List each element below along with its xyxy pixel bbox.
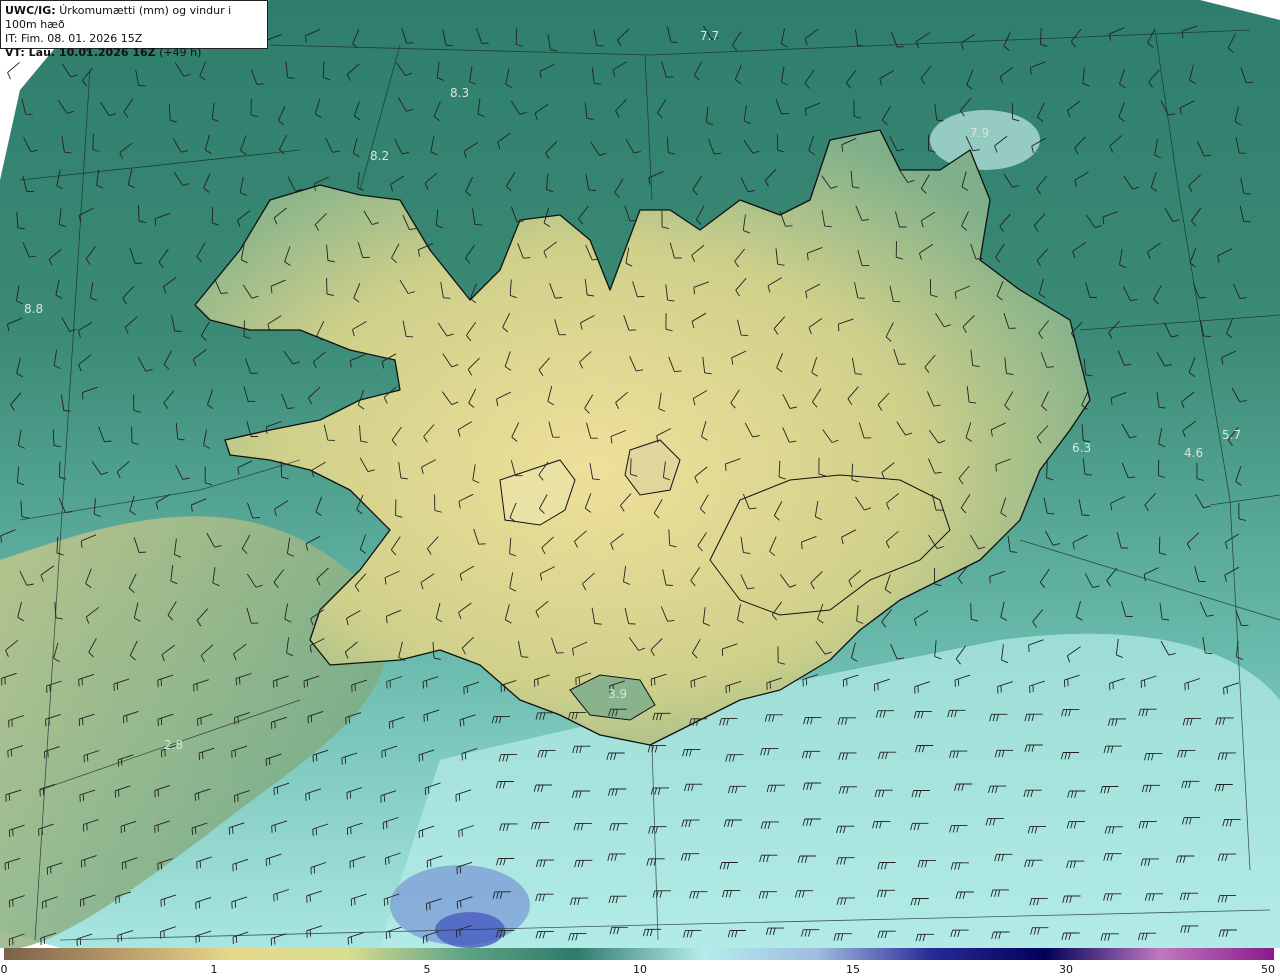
value-label: 8.8	[24, 302, 43, 316]
colorbar-tick: 1	[210, 963, 218, 976]
issue-time: IT: Fim. 08. 01. 2026 15Z	[5, 32, 143, 45]
colorbar: 0 1 5 10 15 30 50	[0, 948, 1280, 978]
colorbar-tick: 0	[0, 963, 8, 976]
value-label: 7.7	[700, 29, 719, 43]
northeast-precip-patch	[930, 110, 1040, 170]
map-canvas: 7.7 8.3 8.2 7.9 8.8 6.3 4.6 5.7 3.9 2.8	[0, 0, 1280, 948]
value-label: 8.3	[450, 86, 469, 100]
colorbar-tick: 10	[633, 963, 647, 976]
value-label: 4.6	[1184, 446, 1203, 460]
value-label: 5.7	[1222, 428, 1241, 442]
precipitation-map: 7.7 8.3 8.2 7.9 8.8 6.3 4.6 5.7 3.9 2.8	[0, 0, 1280, 948]
value-label: 6.3	[1072, 441, 1091, 455]
map-title-box: UWC/IG: Úrkomumætti (mm) og vindur i 100…	[0, 0, 268, 59]
colorbar-strip	[4, 948, 1274, 960]
valid-time: VT: Lau. 10.01.2026 16Z	[5, 46, 156, 59]
colorbar-tick: 15	[846, 963, 860, 976]
value-label: 2.8	[164, 738, 183, 752]
value-label: 8.2	[370, 149, 389, 163]
model-name: UWC/IG:	[5, 4, 56, 17]
value-label: 3.9	[608, 687, 627, 701]
colorbar-tick: 5	[423, 963, 431, 976]
value-label: 7.9	[970, 126, 989, 140]
colorbar-tick: 30	[1059, 963, 1073, 976]
colorbar-tick: 50	[1261, 963, 1275, 976]
forecast-offset: (+49 h)	[159, 46, 202, 59]
